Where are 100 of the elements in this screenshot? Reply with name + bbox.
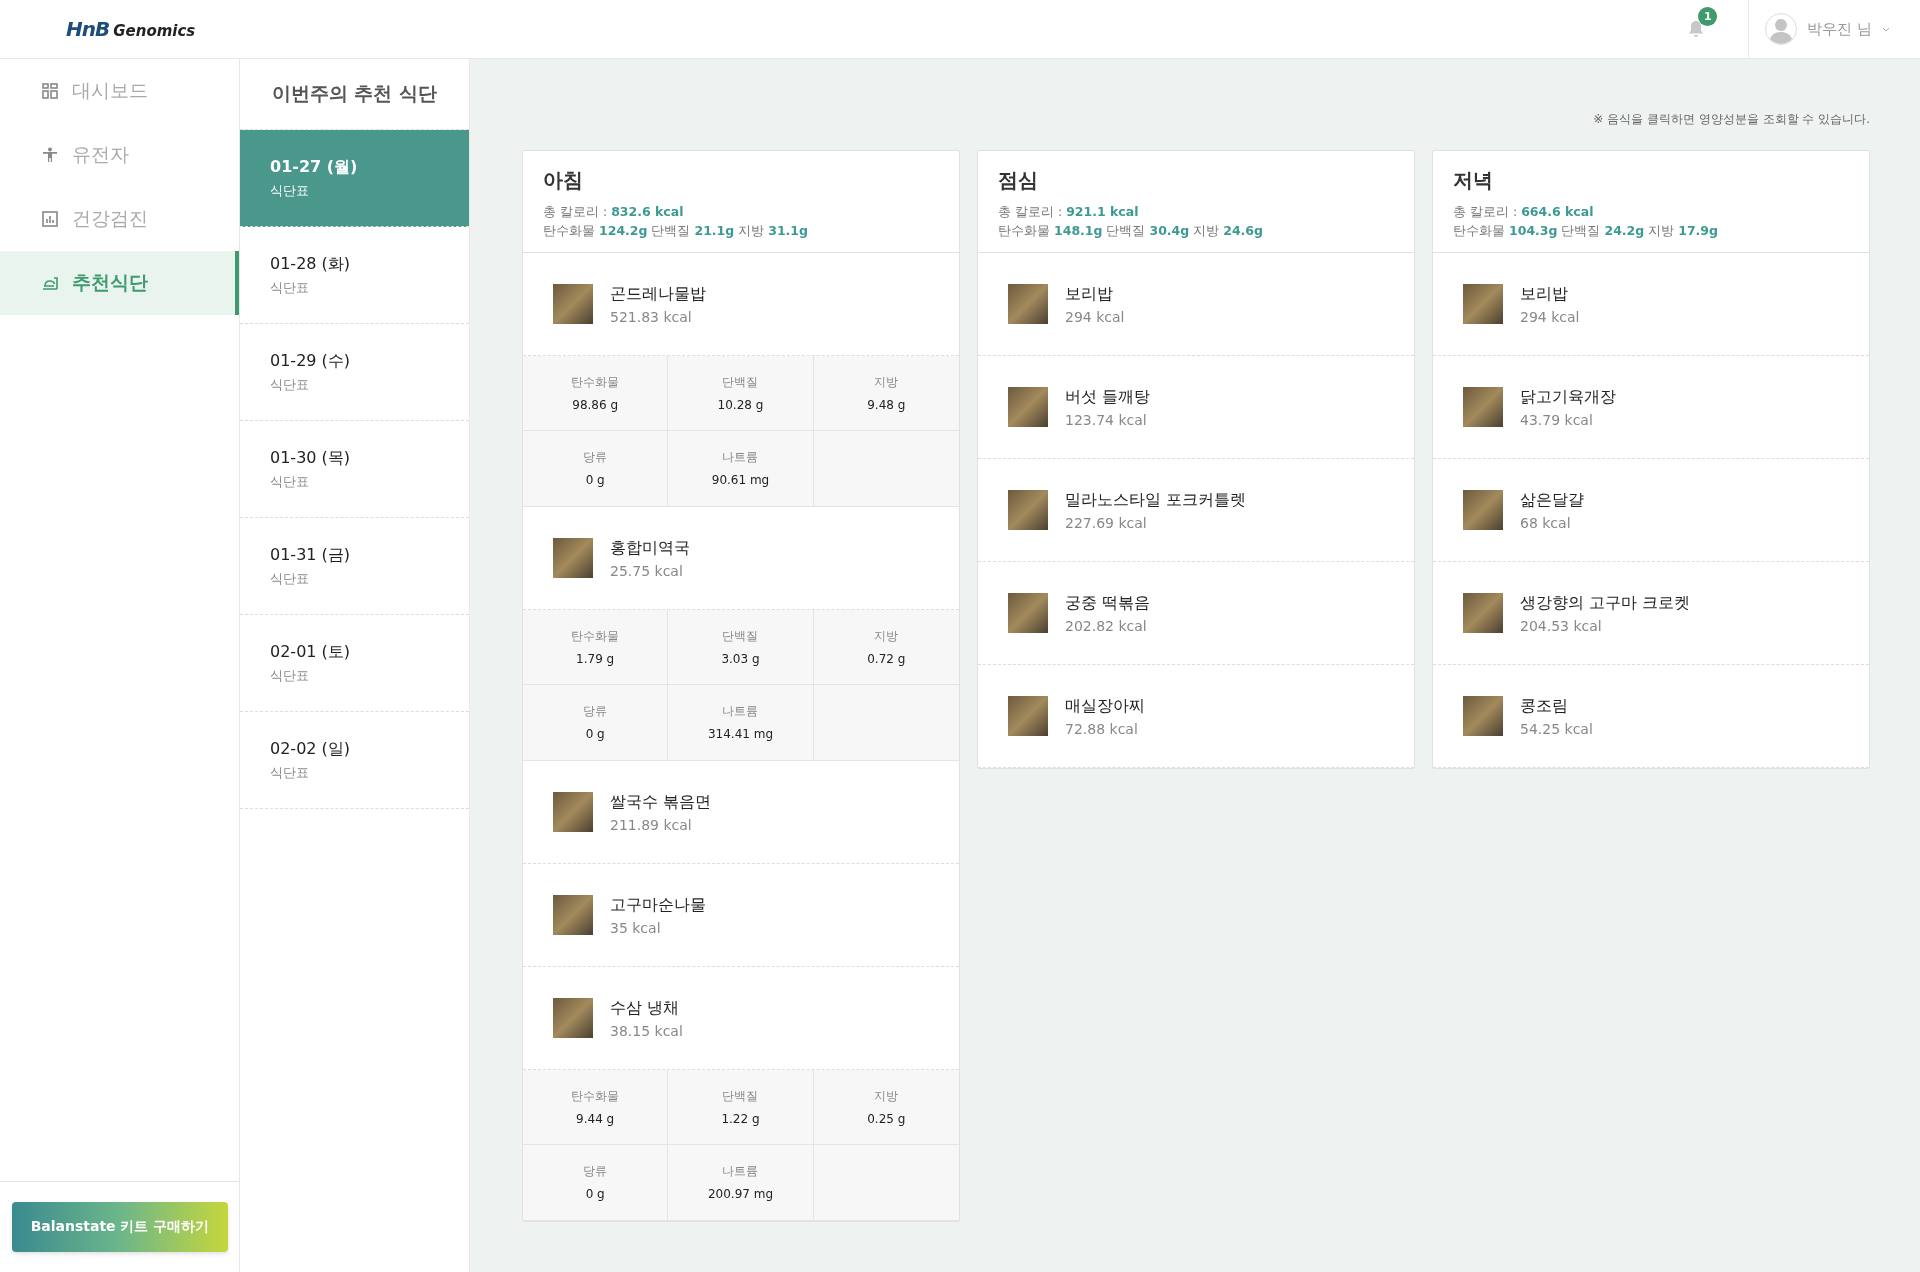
- day-subtitle: 식단표: [270, 472, 310, 491]
- food-item[interactable]: 생강향의 고구마 크로켓 204.53 kcal: [1433, 562, 1869, 665]
- calorie-summary: 총 칼로리 : 921.1 kcal: [998, 203, 1140, 221]
- nutrient-label: 당류: [583, 704, 608, 719]
- nutrient-value: 0.72 g: [867, 651, 906, 666]
- photo-placeholder: [1008, 696, 1048, 736]
- macro-summary: 탄수화물 124.2g 단백질 21.1g 지방 31.1g: [543, 222, 809, 240]
- meal-title: 저녁: [1453, 167, 1494, 194]
- food-name: 닭고기육개장: [1520, 386, 1616, 408]
- tray-icon: [42, 275, 58, 291]
- nutrient-label: 나트륨: [722, 704, 759, 719]
- nutrient-label: 지방: [874, 628, 899, 644]
- hint-text: ※ 음식을 클릭하면 영양성분을 조회할 수 있습니다.: [1592, 111, 1870, 128]
- food-calories: 294 kcal: [1065, 308, 1125, 325]
- food-calories: 38.15 kcal: [610, 1022, 683, 1039]
- nutrient-value: 1.79 g: [576, 651, 615, 666]
- food-name: 홍합미역국: [610, 537, 690, 559]
- food-name: 매실장아찌: [1065, 695, 1145, 717]
- nutrient-value: 1.22 g: [721, 1111, 760, 1126]
- food-calories: 521.83 kcal: [610, 308, 693, 325]
- day-date: 01-28 (화): [270, 253, 352, 275]
- meal-title: 점심: [998, 167, 1039, 194]
- photo-placeholder: [1463, 593, 1503, 633]
- food-item[interactable]: 삶은달걀 68 kcal: [1433, 459, 1869, 562]
- photo-placeholder: [1463, 387, 1503, 427]
- nutrient-value: 90.61 mg: [711, 473, 770, 487]
- food-name: 궁중 떡볶음: [1065, 592, 1150, 614]
- food-calories: 72.88 kcal: [1065, 720, 1139, 737]
- photo-placeholder: [553, 895, 593, 935]
- nutrient-value: 9.44 g: [576, 1111, 615, 1126]
- day-item[interactable]: 02-02 (일) 식단표: [240, 712, 469, 809]
- photo-placeholder: [553, 998, 593, 1038]
- day-item[interactable]: 01-30 (목) 식단표: [240, 421, 469, 518]
- food-calories: 204.53 kcal: [1520, 617, 1603, 634]
- photo-placeholder: [1008, 284, 1048, 324]
- food-name: 생강향의 고구마 크로켓: [1520, 592, 1690, 614]
- nutrient-value: 314.41 mg: [707, 727, 774, 741]
- food-item[interactable]: 콩조림 54.25 kcal: [1433, 665, 1869, 768]
- photo-placeholder: [553, 284, 593, 324]
- food-item[interactable]: 쌀국수 볶음면 211.89 kcal: [523, 761, 959, 864]
- nutrient-value: 0 g: [585, 473, 605, 487]
- food-calories: 43.79 kcal: [1520, 411, 1594, 428]
- food-calories: 211.89 kcal: [610, 816, 693, 833]
- food-item[interactable]: 보리밥 294 kcal: [978, 253, 1414, 356]
- nutrient-value: 3.03 g: [721, 651, 760, 666]
- photo-placeholder: [1463, 490, 1503, 530]
- food-name: 수삼 냉채: [610, 997, 680, 1019]
- meal-title: 아침: [543, 167, 584, 194]
- photo-placeholder: [1008, 593, 1048, 633]
- nutrient-label: 탄수화물: [571, 374, 620, 390]
- caret-icon[interactable]: [1882, 26, 1890, 32]
- day-subtitle: 식단표: [270, 375, 310, 394]
- nutrient-value: 0 g: [585, 1187, 605, 1201]
- food-name: 삶은달걀: [1520, 489, 1584, 511]
- calorie-summary: 총 칼로리 : 664.6 kcal: [1453, 203, 1595, 221]
- nutrient-label: 당류: [583, 1164, 608, 1179]
- nutrient-label: 지방: [874, 374, 899, 390]
- calorie-summary: 총 칼로리 : 832.6 kcal: [543, 203, 685, 221]
- food-item[interactable]: 보리밥 294 kcal: [1433, 253, 1869, 356]
- nutrient-value: 200.97 mg: [707, 1187, 774, 1201]
- food-item[interactable]: 버섯 들깨탕 123.74 kcal: [978, 356, 1414, 459]
- logo[interactable]: HnB Genomics: [66, 17, 196, 41]
- day-date: 01-29 (수): [270, 350, 352, 372]
- grid-icon: [42, 83, 58, 99]
- food-item[interactable]: 밀라노스타일 포크커틀렛 227.69 kcal: [978, 459, 1414, 562]
- food-calories: 294 kcal: [1520, 308, 1580, 325]
- food-item[interactable]: 매실장아찌 72.88 kcal: [978, 665, 1414, 768]
- macro-summary: 탄수화물 104.3g 단백질 24.2g 지방 17.9g: [1453, 222, 1719, 240]
- photo-placeholder: [553, 792, 593, 832]
- food-name: 보리밥: [1065, 283, 1114, 305]
- food-name: 쌀국수 볶음면: [610, 791, 711, 813]
- day-item[interactable]: 01-28 (화) 식단표: [240, 227, 469, 324]
- food-item[interactable]: 고구마순나물 35 kcal: [523, 864, 959, 967]
- nutrient-label: 탄수화물: [571, 628, 620, 644]
- food-name: 밀라노스타일 포크커틀렛: [1065, 489, 1246, 511]
- food-item[interactable]: 닭고기육개장 43.79 kcal: [1433, 356, 1869, 459]
- nutrient-value: 0 g: [585, 727, 605, 741]
- day-item[interactable]: 01-29 (수) 식단표: [240, 324, 469, 421]
- nutrient-value: 10.28 g: [717, 397, 764, 412]
- macro-summary: 탄수화물 148.1g 단백질 30.4g 지방 24.6g: [998, 222, 1264, 240]
- day-subtitle: 식단표: [270, 569, 310, 588]
- food-calories: 123.74 kcal: [1065, 411, 1148, 428]
- photo-placeholder: [1008, 490, 1048, 530]
- photo-placeholder: [553, 538, 593, 578]
- nutrient-label: 단백질: [722, 628, 759, 644]
- nutrient-label: 나트륨: [722, 450, 759, 465]
- food-calories: 202.82 kcal: [1065, 617, 1148, 634]
- avatar-icon[interactable]: [1765, 13, 1798, 45]
- food-item[interactable]: 궁중 떡볶음 202.82 kcal: [978, 562, 1414, 665]
- nutrient-label: 탄수화물: [571, 1088, 620, 1104]
- day-date: 02-02 (일): [270, 738, 352, 760]
- day-item[interactable]: 01-31 (금) 식단표: [240, 518, 469, 615]
- day-subtitle: 식단표: [270, 181, 310, 200]
- person-icon: [42, 147, 58, 163]
- food-name: 콩조림: [1520, 695, 1569, 717]
- nutrient-value: 0.25 g: [867, 1111, 906, 1126]
- nutrient-label: 단백질: [722, 374, 759, 390]
- nutrient-label: 나트륨: [722, 1164, 759, 1179]
- chart-icon: [42, 211, 58, 227]
- day-item[interactable]: 02-01 (토) 식단표: [240, 615, 469, 712]
